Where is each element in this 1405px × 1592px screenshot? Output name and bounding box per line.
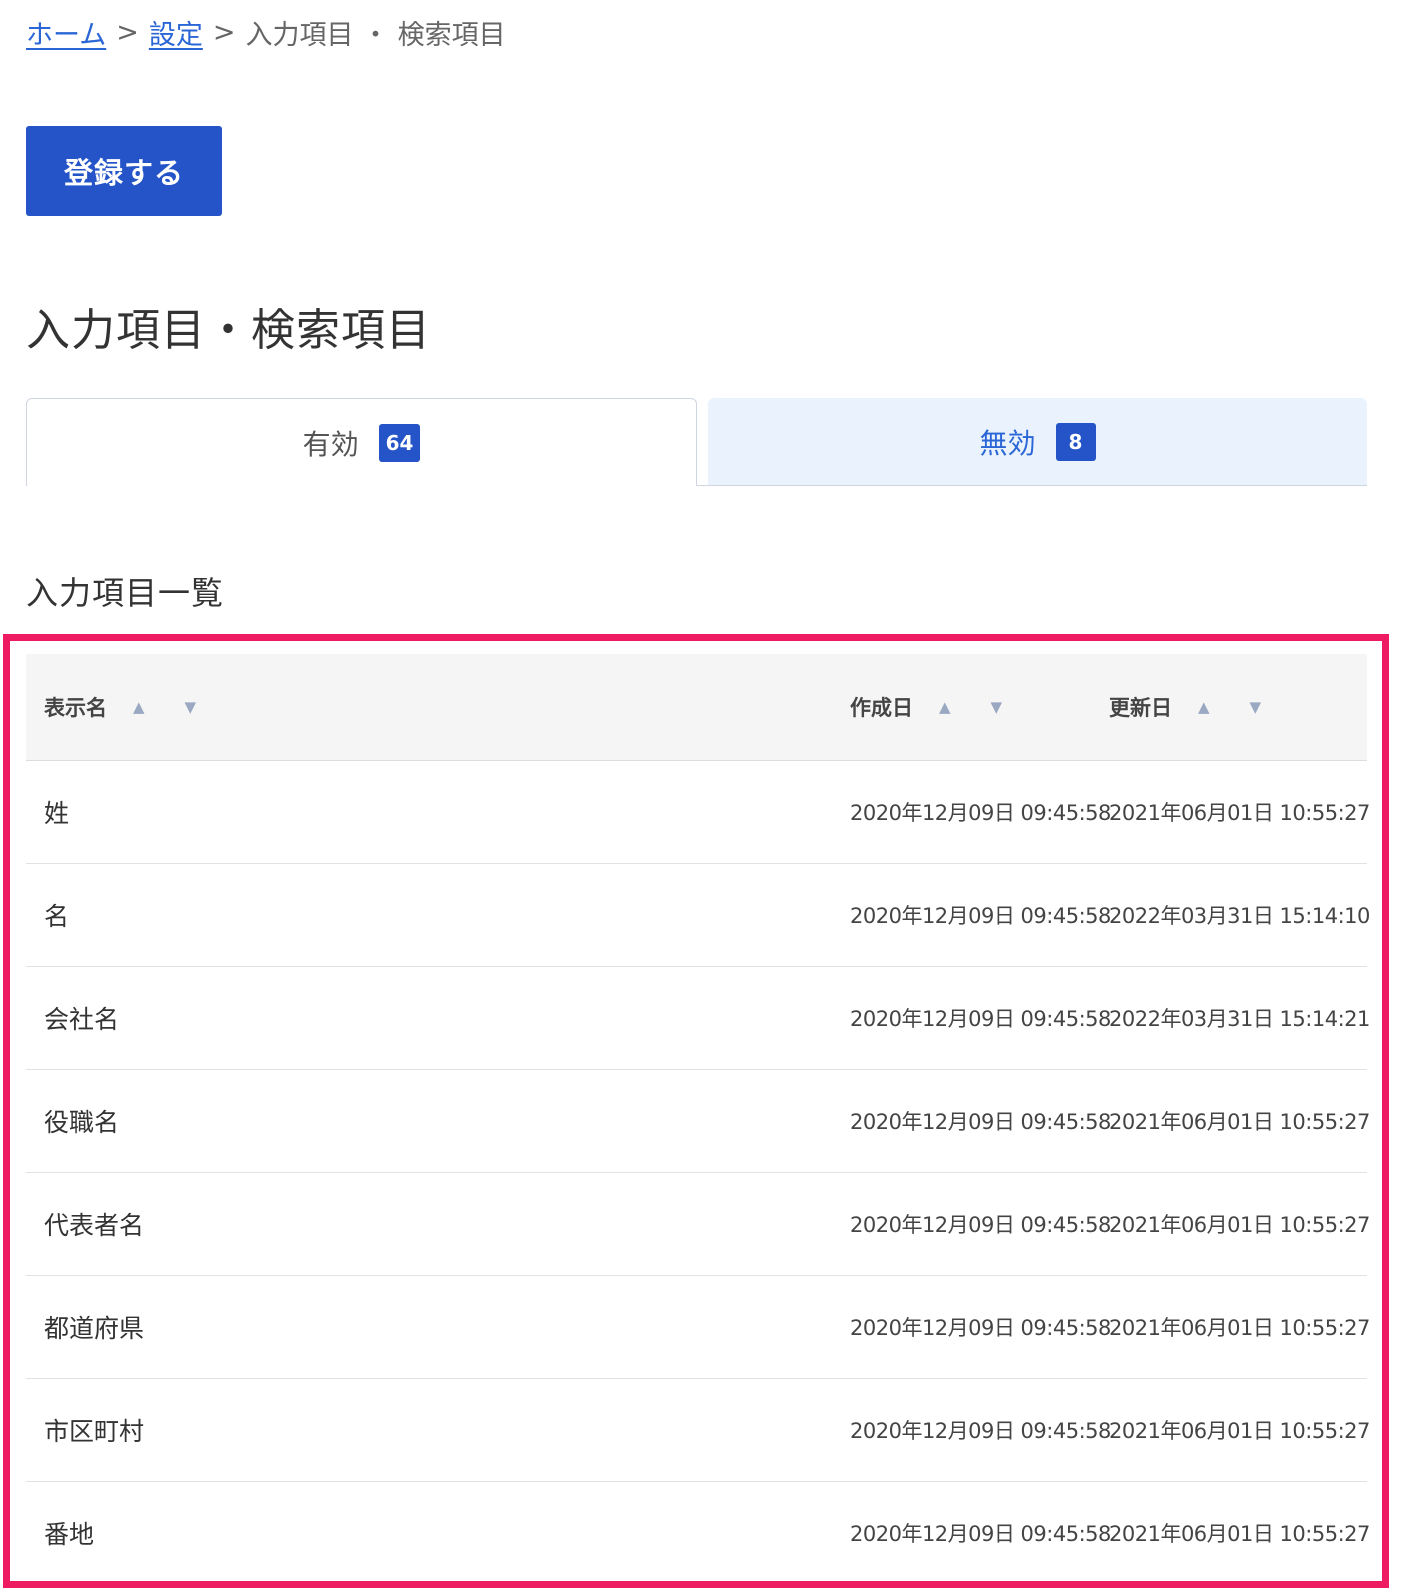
register-button[interactable]: 登録する [26,126,222,216]
table-row[interactable]: 市区町村 2020年12月09日 09:45:58 2021年06月01日 10… [26,1378,1370,1482]
row-updated-date: 2021年06月01日 10:55:27 [1109,1172,1370,1276]
breadcrumb-home-link[interactable]: ホーム [26,13,106,52]
row-display-name: 代表者名 [26,1172,850,1276]
table-row[interactable]: 会社名 2020年12月09日 09:45:58 2022年03月31日 15:… [26,966,1370,1070]
row-updated-date: 2022年03月31日 15:14:21 [1109,966,1370,1070]
row-display-name: 名 [26,863,850,967]
row-created-date: 2020年12月09日 09:45:58 [850,1069,1111,1173]
tab-active-count-badge: 64 [378,423,421,462]
table-row[interactable]: 名 2020年12月09日 09:45:58 2022年03月31日 15:14… [26,863,1370,967]
tab-inactive[interactable]: 無効 8 [708,398,1367,486]
row-display-name: 都道府県 [26,1275,850,1379]
fields-table-container: 表示名 ▲ ▼ 作成日 ▲ ▼ 更新日 ▲ ▼ 姓 2020年12月09日 09… [26,654,1370,1585]
row-display-name: 市区町村 [26,1378,850,1482]
row-created-date: 2020年12月09日 09:45:58 [850,966,1111,1070]
row-created-date: 2020年12月09日 09:45:58 [850,863,1111,967]
tab-active[interactable]: 有効 64 [26,398,697,486]
sort-controls: ▲ ▼ [939,698,1002,716]
breadcrumb: ホーム > 設定 > 入力項目 ・ 検索項目 [26,13,506,52]
column-header-created: 作成日 ▲ ▼ [850,654,1109,761]
sort-desc-icon[interactable]: ▼ [991,698,1003,716]
column-header-display-name: 表示名 ▲ ▼ [26,654,850,761]
sort-asc-icon[interactable]: ▲ [133,698,145,716]
row-created-date: 2020年12月09日 09:45:58 [850,1522,1111,1547]
row-created-date: 2020年12月09日 09:45:58 [850,760,1111,864]
tab-active-label: 有効 [302,427,359,461]
table-row[interactable]: 役職名 2020年12月09日 09:45:58 2021年06月01日 10:… [26,1069,1370,1173]
row-created-date: 2020年12月09日 09:45:58 [850,1275,1111,1379]
table-row[interactable]: 代表者名 2020年12月09日 09:45:58 2021年06月01日 10… [26,1172,1370,1276]
status-tabs: 有効 64 無効 8 [26,398,1367,486]
column-header-label: 更新日 [1109,696,1172,720]
sort-controls: ▲ ▼ [133,698,196,716]
table-row[interactable]: 都道府県 2020年12月09日 09:45:58 2021年06月01日 10… [26,1275,1370,1379]
breadcrumb-current: 入力項目 ・ 検索項目 [245,19,506,51]
column-header-label: 作成日 [850,696,913,720]
column-header-label: 表示名 [44,696,107,720]
breadcrumb-separator: > [116,16,139,48]
row-updated-date: 2022年03月31日 15:14:10 [1109,863,1370,967]
table-header-row: 表示名 ▲ ▼ 作成日 ▲ ▼ 更新日 ▲ ▼ [26,654,1367,761]
row-updated-date: 2021年06月01日 10:55:27 [1109,1069,1370,1173]
row-updated-date: 2021年06月01日 10:55:27 [1109,1378,1370,1482]
row-updated-date: 2021年06月01日 10:55:27 [1109,760,1370,864]
fields-table: 表示名 ▲ ▼ 作成日 ▲ ▼ 更新日 ▲ ▼ 姓 2020年12月09日 09… [26,654,1370,1585]
sort-desc-icon[interactable]: ▼ [1250,698,1262,716]
breadcrumb-settings-link[interactable]: 設定 [149,13,203,52]
row-updated-date: 2021年06月01日 10:55:27 [1109,1275,1370,1379]
sort-asc-icon[interactable]: ▲ [939,698,951,716]
row-created-date: 2020年12月09日 09:45:58 [850,1172,1111,1276]
breadcrumb-separator: > [212,16,236,48]
row-display-name: 姓 [26,760,850,864]
page-title: 入力項目・検索項目 [26,305,431,356]
row-display-name: 番地 [44,1520,95,1550]
row-display-name: 会社名 [26,966,850,1070]
sort-controls: ▲ ▼ [1198,698,1261,716]
row-display-name: 役職名 [26,1069,850,1173]
column-header-updated: 更新日 ▲ ▼ [1109,654,1367,761]
sort-desc-icon[interactable]: ▼ [185,698,197,716]
list-title: 入力項目一覧 [26,574,225,612]
tab-divider [697,485,708,486]
table-row[interactable]: 番地 2020年12月09日 09:45:58 2021年06月01日 10:5… [26,1482,1370,1585]
row-updated-date: 2021年06月01日 10:55:27 [1109,1522,1370,1547]
tab-inactive-label: 無効 [979,426,1036,460]
sort-asc-icon[interactable]: ▲ [1198,698,1210,716]
tab-inactive-count-badge: 8 [1055,422,1096,461]
table-row[interactable]: 姓 2020年12月09日 09:45:58 2021年06月01日 10:55… [26,760,1370,864]
row-created-date: 2020年12月09日 09:45:58 [850,1378,1111,1482]
